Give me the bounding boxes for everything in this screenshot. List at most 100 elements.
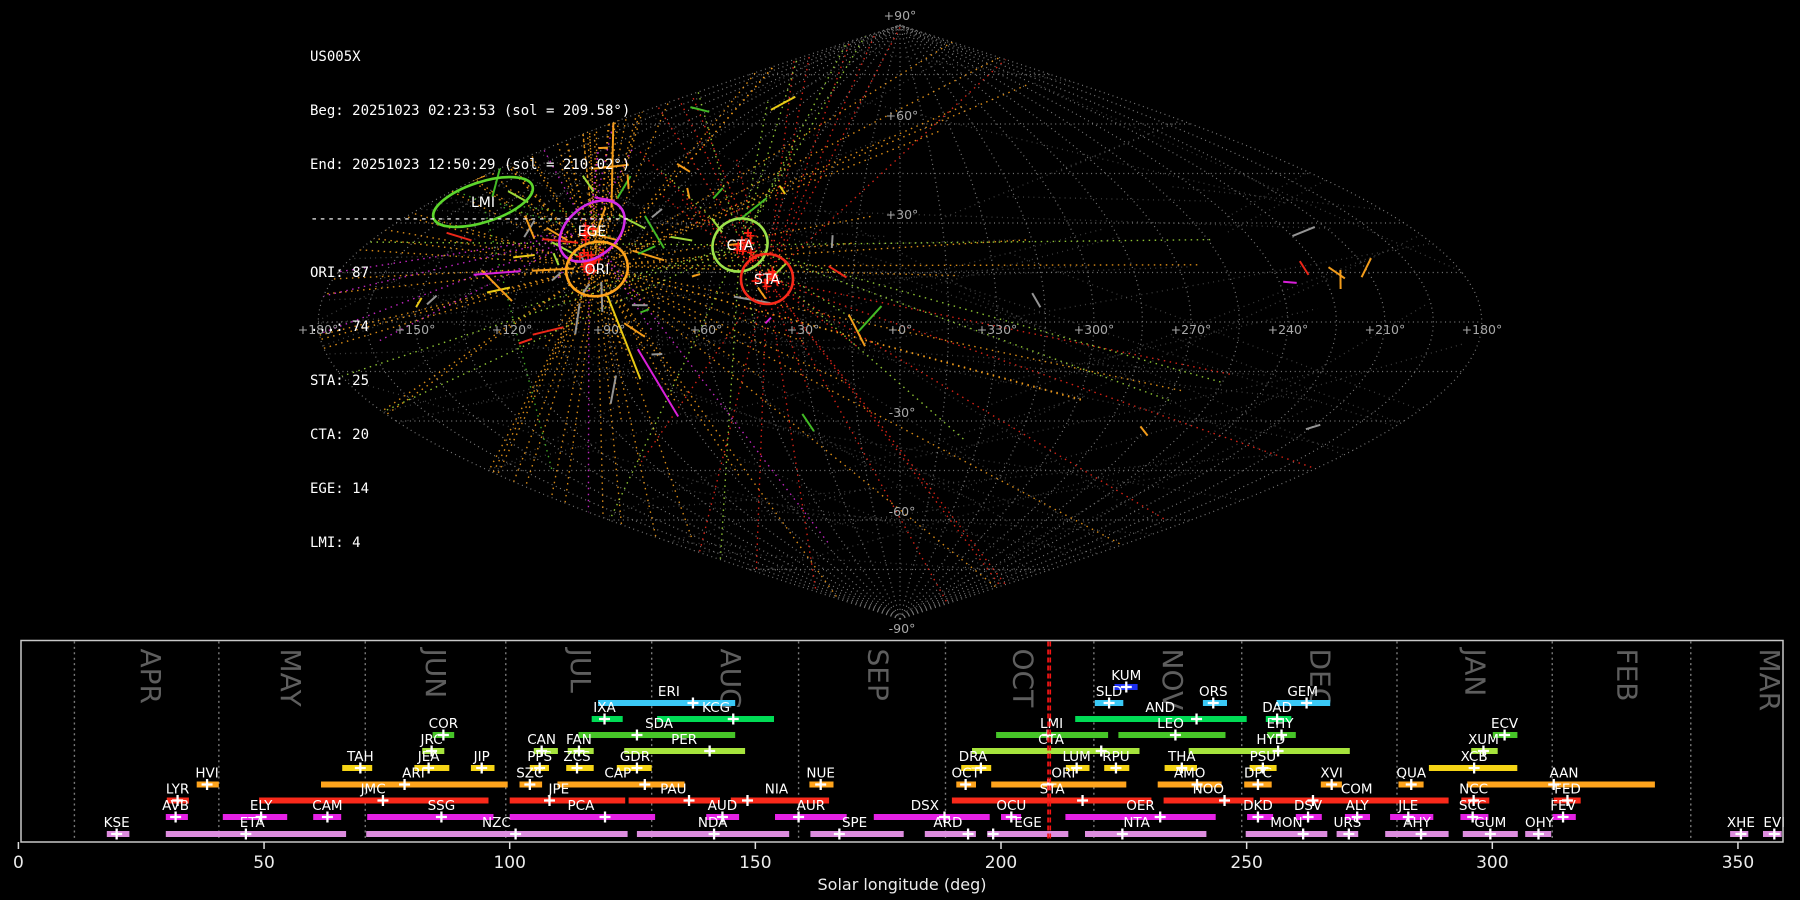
shower-label-COR: COR [429,716,458,732]
shower-label-ETA: ETA [240,815,266,831]
shower-label-DRA: DRA [959,749,988,765]
radiant-ellipse-label-CTA: CTA [727,238,754,254]
shower-label-FAN: FAN [566,732,592,748]
count-ege: EGE: 14 [310,481,370,497]
shower-label-NCC: NCC [1459,782,1488,798]
shower-label-NOO: NOO [1193,782,1224,798]
shower-bar-ETA [165,831,347,837]
count-sporadic: ...: 74 [310,319,370,335]
lon-label: +270° [1171,322,1212,337]
month-label-JAN: JAN [1458,647,1491,697]
shower-bar-SPE [810,831,904,837]
shower-label-JIP: JIP [473,749,490,765]
lon-label: +30° [787,322,820,337]
shower-label-ELY: ELY [250,798,273,814]
x-tick-label: 250 [1230,853,1262,873]
shower-label-EGE: EGE [1014,815,1042,831]
x-tick-label: 200 [985,853,1017,873]
shower-label-RPU: RPU [1102,749,1129,765]
shower-label-ARD: ARD [933,815,962,831]
month-label-APR: APR [134,649,167,705]
shower-label-OCT: OCT [951,766,980,782]
shower-bar-NZC [366,831,628,837]
shower-label-ZCS: ZCS [563,749,590,765]
shower-bar-MON [1245,831,1328,837]
shower-bar-DSX [873,814,990,820]
shower-label-LEO: LEO [1157,716,1184,732]
shower-label-JPE: JPE [548,782,570,798]
lon-label: +210° [1365,322,1406,337]
shower-label-AUD: AUD [708,798,738,814]
activity-timeline: APR MAY JUN JUL AUG SEP OCT NOV DEC JAN FEB MARKUME… [13,639,1786,894]
shower-bar-STA [951,797,1152,804]
shower-label-XUM: XUM [1468,732,1499,748]
shower-bar-NTA [1085,831,1207,837]
shower-label-ERI: ERI [658,684,680,700]
shower-label-KCG: KCG [702,700,730,716]
shower-label-XHE: XHE [1727,815,1755,831]
shower-label-EVI: EVI [1763,815,1785,831]
lat-label: -60° [889,504,916,519]
month-label-OCT: OCT [1006,649,1039,709]
shower-label-PPS: PPS [527,749,552,765]
station-code: US005X [310,49,361,65]
shower-label-OHY: OHY [1525,815,1555,831]
lon-label: +60° [690,322,723,337]
shower-label-ORI: ORI [1051,766,1075,782]
shower-label-AVB: AVB [162,798,189,814]
x-tick-label: 0 [13,853,24,873]
shower-label-STA: STA [1040,782,1066,798]
shower-label-GEM: GEM [1287,684,1318,700]
lon-label: +330° [977,322,1018,337]
month-label-SEP: SEP [861,649,894,701]
lon-label: +0° [888,322,913,337]
shower-label-URS: URS [1333,815,1361,831]
shower-bar-AUR [775,814,847,820]
lat-label: +60° [886,108,919,123]
header-separator: -------------------------------------- [310,211,631,227]
shower-label-SLD: SLD [1096,684,1123,700]
radiant-report-page: { "header": { "station": "US005X", "beg"… [0,0,1800,900]
lon-label: +300° [1074,322,1115,337]
x-tick-label: 150 [739,853,771,873]
shower-label-PER: PER [671,732,697,748]
shower-label-ECV: ECV [1491,716,1519,732]
month-label-JUN: JUN [419,647,452,699]
shower-label-KUM: KUM [1111,668,1141,684]
shower-label-MON: MON [1270,815,1302,831]
shower-label-JMC: JMC [360,782,386,798]
x-tick-label: 300 [1476,853,1508,873]
shower-label-DPC: DPC [1244,766,1272,782]
shower-bar-PAU [628,797,720,804]
shower-label-EHY: EHY [1267,716,1295,732]
shower-label-DSV: DSV [1294,798,1323,814]
shower-label-AAN: AAN [1550,766,1579,782]
shower-label-PAU: PAU [660,782,686,798]
end-time: End: 20251023 12:50:29 (sol = 210.02°) [310,157,631,173]
shower-label-IXA: IXA [593,700,616,716]
shower-label-HYD: HYD [1256,732,1285,748]
month-label-MAR: MAR [1753,649,1786,712]
shower-label-HVI: HVI [195,766,218,782]
shower-label-XCB: XCB [1461,749,1488,765]
shower-label-NDA: NDA [698,815,728,831]
shower-label-DAD: DAD [1262,700,1292,716]
shower-label-NZC: NZC [482,815,511,831]
shower-bar-SDA [578,732,736,738]
radiant-ellipse-label-STA: STA [754,272,780,288]
count-cta: CTA: 20 [310,427,370,443]
shower-label-JEA: JEA [417,749,441,765]
north-pole-label: +90° [884,8,917,23]
observation-header: US005X Beg: 20251023 02:23:53 (sol = 209… [310,12,630,570]
shower-label-THA: THA [1167,749,1196,765]
shower-label-CAP: CAP [604,766,631,782]
shower-label-CAM: CAM [312,798,342,814]
shower-label-LYR: LYR [166,782,189,798]
shower-label-SSG: SSG [428,798,456,814]
shower-label-NTA: NTA [1123,815,1150,831]
south-pole-label: -90° [889,621,916,636]
count-ori: ORI: 87 [310,265,370,281]
shower-label-PCA: PCA [568,798,596,814]
shower-bar-EGE [987,831,1069,837]
shower-bar-ARI [321,781,508,788]
